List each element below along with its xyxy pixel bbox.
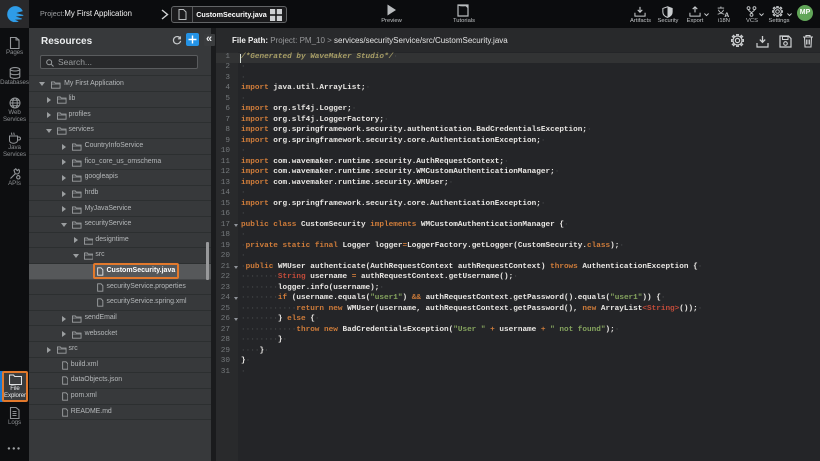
svg-text:A: A [724,10,730,17]
